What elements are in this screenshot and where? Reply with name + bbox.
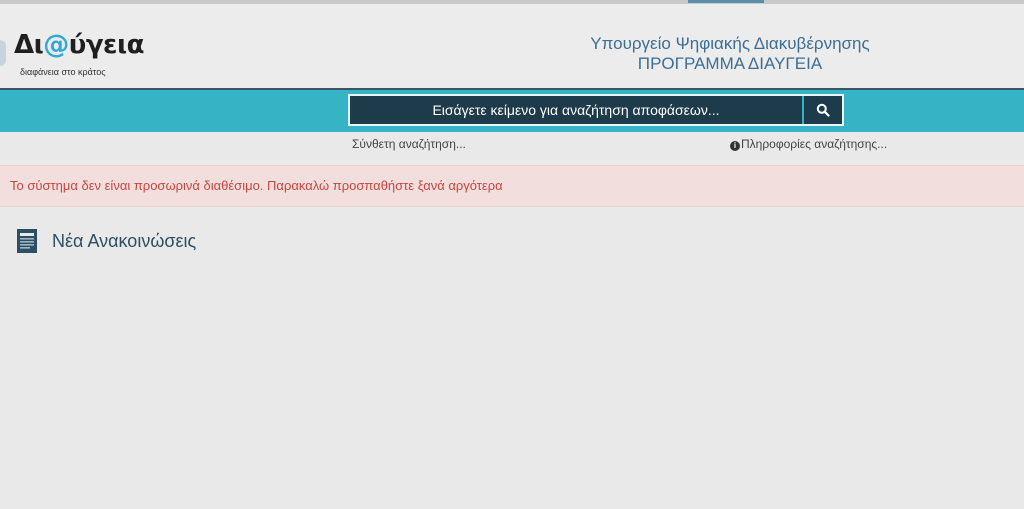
newspaper-icon (17, 229, 37, 253)
ministry-name: Υπουργείο Ψηφιακής Διακυβέρνησης (590, 34, 870, 53)
site-header: Δι@ύγεια διαφάνεια στο κράτος Υπουργείο … (0, 4, 1024, 90)
search-button[interactable] (802, 96, 842, 124)
site-logo[interactable]: Δι@ύγεια διαφάνεια στο κράτος (0, 30, 160, 86)
ministry-title: Υπουργείο Ψηφιακής Διακυβέρνησης ΠΡΟΓΡΑΜ… (540, 34, 920, 74)
logo-title: Δι@ύγεια (14, 30, 145, 60)
error-alert: Το σύστημα δεν είναι προσωρινά διαθέσιμο… (0, 165, 1024, 207)
program-name: ΠΡΟΓΡΑΜΜΑ ΔΙΑΥΓΕΙΑ (637, 54, 823, 73)
search-bar (0, 90, 1024, 132)
search-info-label: Πληροφορίες αναζήτησης... (741, 137, 888, 151)
alert-message: Το σύστημα δεν είναι προσωρινά διαθέσιμο… (10, 178, 503, 193)
advanced-search-link[interactable]: Σύνθετη αναζήτηση... (352, 137, 466, 151)
top-tab-accent (688, 0, 764, 3)
logo-subtitle: διαφάνεια στο κράτος (20, 67, 106, 77)
search-info-link[interactable]: i Πληροφορίες αναζήτησης... (730, 137, 887, 151)
announcements-title[interactable]: Νέα Ανακοινώσεις (52, 231, 196, 252)
info-icon: i (730, 141, 740, 151)
search-icon (816, 103, 830, 117)
search-box (348, 94, 844, 126)
logo-emblem-icon (0, 40, 6, 66)
search-input[interactable] (350, 96, 802, 124)
search-links: Σύνθετη αναζήτηση... i Πληροφορίες αναζήτ… (0, 134, 1024, 156)
